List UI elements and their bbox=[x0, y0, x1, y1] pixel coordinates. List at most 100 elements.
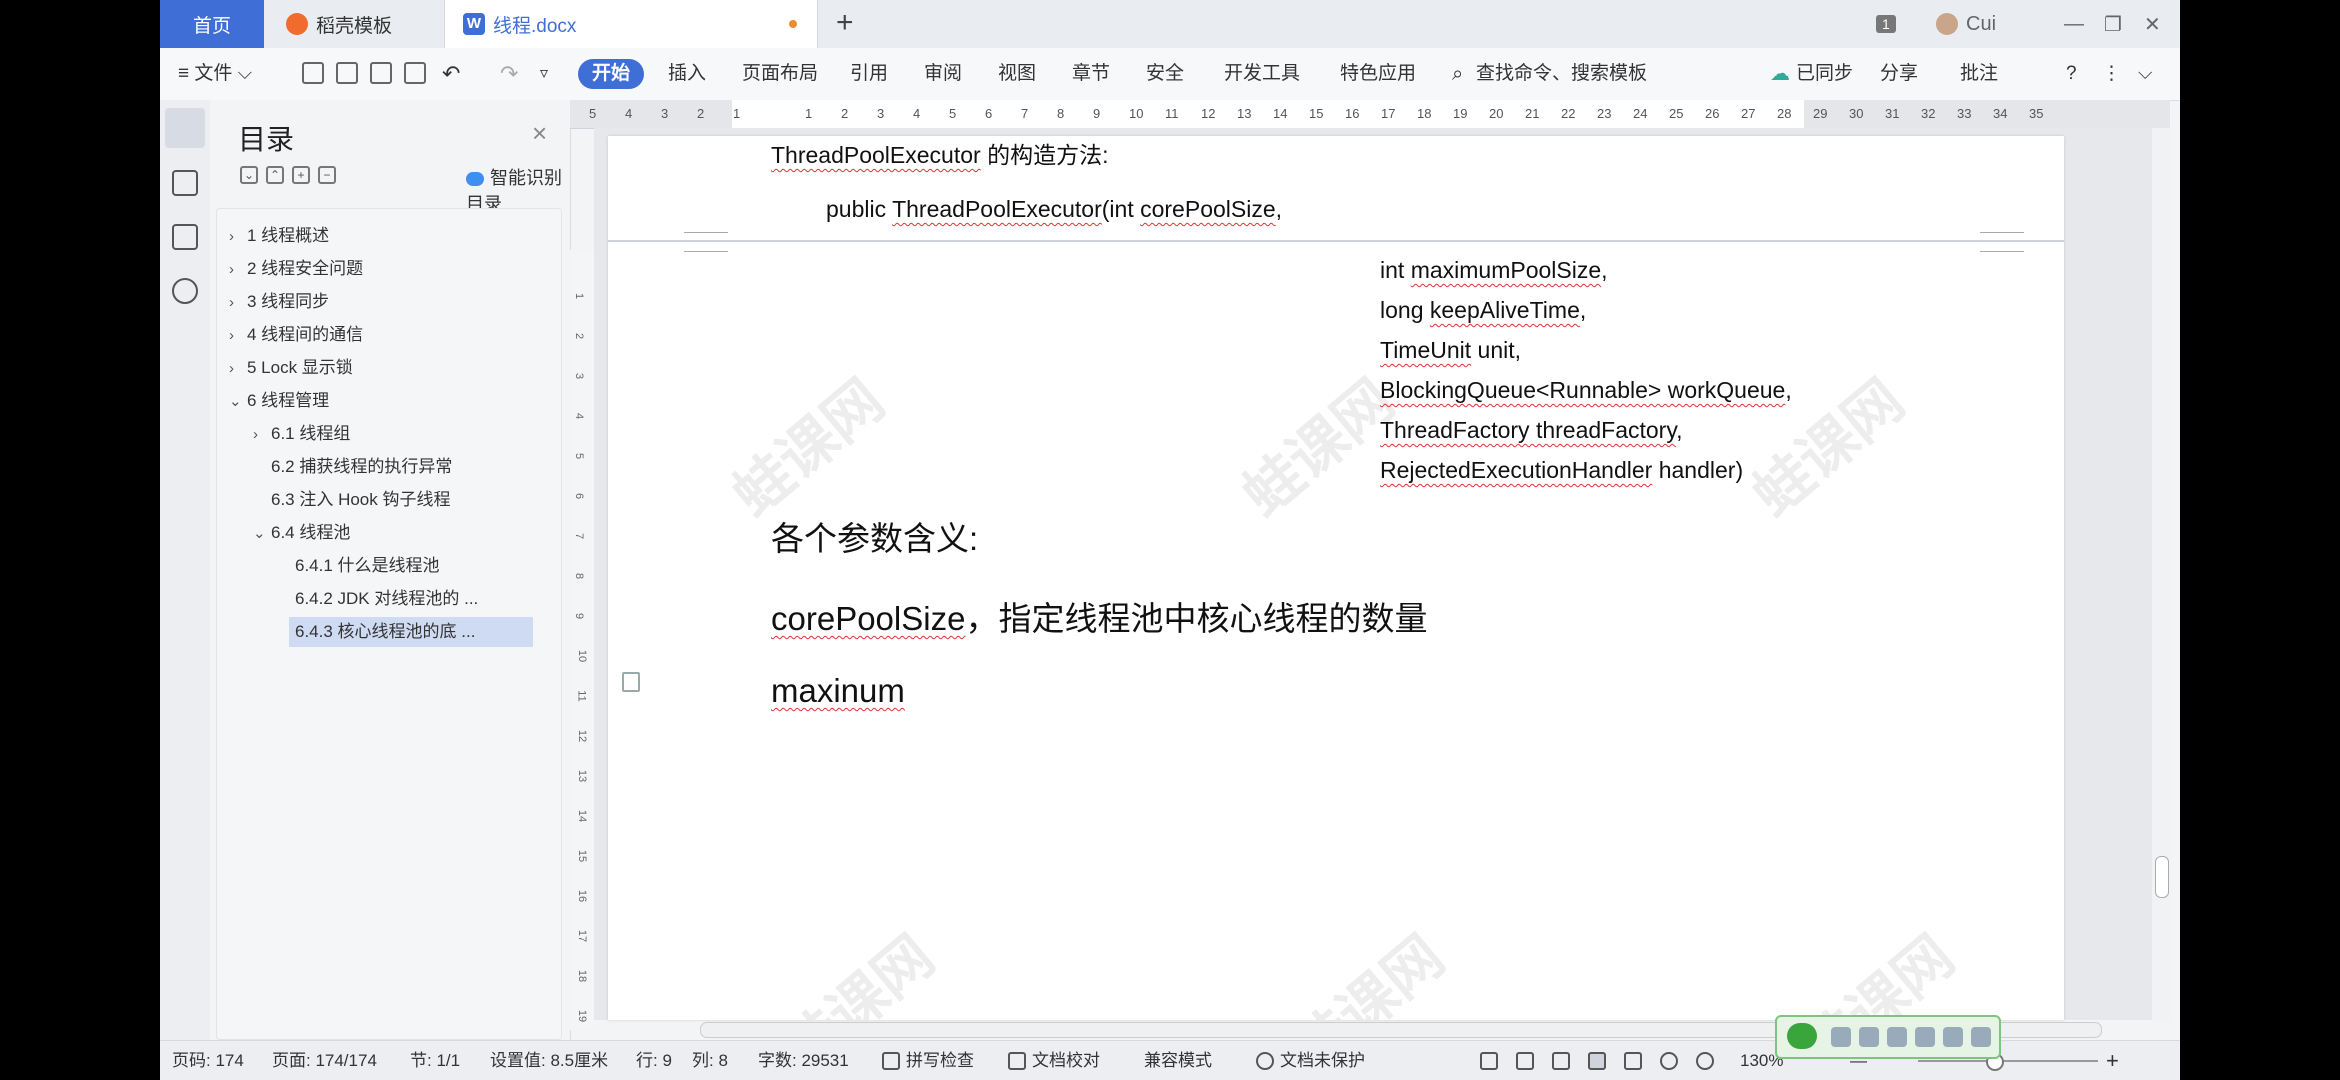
tab-document[interactable]: W 线程.docx bbox=[444, 0, 818, 48]
vertical-ruler[interactable]: 1 2 3 4 5 6 7 8 9 10 11 12 13 14 15 16 17 18 19 bbox=[570, 250, 594, 1030]
tab-references[interactable]: 引用 bbox=[850, 48, 888, 100]
status-pages[interactable]: 页面: 174/174 bbox=[272, 1041, 377, 1080]
toc-item[interactable]: 6.4.2 JDK 对线程池的 ... bbox=[295, 584, 478, 614]
toc-item[interactable]: › 1 线程概述 bbox=[229, 221, 329, 251]
scrollbar-thumb[interactable] bbox=[2155, 856, 2169, 898]
tab-template-label: 稻壳模板 bbox=[316, 15, 393, 37]
tab-home[interactable]: 首页 bbox=[160, 0, 264, 48]
toc-item[interactable]: › 6.1 线程组 bbox=[253, 419, 350, 449]
ime-user-icon[interactable] bbox=[1943, 1027, 1963, 1047]
tab-features[interactable]: 特色应用 bbox=[1340, 48, 1416, 100]
minimize-button[interactable]: — bbox=[2064, 0, 2084, 48]
ime-toolbar[interactable] bbox=[1775, 1015, 2001, 1059]
ime-tools-icon[interactable] bbox=[1971, 1027, 1991, 1047]
toc-item-label: 6.4.1 什么是线程池 bbox=[295, 556, 440, 575]
toc-item[interactable]: › 5 Lock 显示锁 bbox=[229, 353, 353, 383]
collapse-all-icon[interactable]: ⌄ bbox=[240, 166, 258, 184]
add-heading-icon[interactable]: + bbox=[292, 166, 310, 184]
window-count-badge[interactable]: 1 bbox=[1876, 0, 1896, 48]
document-canvas[interactable]: 蛙课网 蛙课网 蛙课网 蛙课网 蛙课网 蛙课网 ThreadPoolExecut… bbox=[594, 128, 2170, 1020]
close-icon[interactable]: × bbox=[532, 118, 547, 149]
ime-moon-icon[interactable] bbox=[1859, 1027, 1879, 1047]
eye-protect-icon[interactable] bbox=[1696, 1052, 1714, 1070]
compat-mode[interactable]: 兼容模式 bbox=[1144, 1041, 1212, 1080]
toc-item[interactable]: ⌄ 6 线程管理 bbox=[229, 386, 329, 416]
tab-review[interactable]: 审阅 bbox=[924, 48, 962, 100]
format-painter-icon[interactable] bbox=[336, 62, 358, 84]
print-icon[interactable] bbox=[370, 62, 392, 84]
outline-view-icon[interactable] bbox=[1624, 1052, 1642, 1070]
status-section[interactable]: 节: 1/1 bbox=[410, 1041, 460, 1080]
proofread-button[interactable]: 文档校对 bbox=[1032, 1041, 1100, 1080]
tab-insert[interactable]: 插入 bbox=[668, 48, 706, 100]
tab-chapter[interactable]: 章节 bbox=[1072, 48, 1110, 100]
status-page-number[interactable]: 页码: 174 bbox=[172, 1041, 244, 1080]
toc-item-selected[interactable]: 6.4.3 核心线程池的底 ... bbox=[289, 617, 533, 647]
ruler-tick-label: 4 bbox=[573, 412, 586, 420]
restore-button[interactable]: ❐ bbox=[2104, 0, 2122, 48]
ruler-tick-label: 15 bbox=[1309, 106, 1324, 121]
close-button[interactable]: ✕ bbox=[2144, 0, 2161, 48]
find-icon[interactable] bbox=[172, 278, 198, 304]
tab-security[interactable]: 安全 bbox=[1146, 48, 1184, 100]
document-page[interactable]: 蛙课网 蛙课网 蛙课网 蛙课网 蛙课网 蛙课网 ThreadPoolExecut… bbox=[608, 136, 2064, 1020]
save-icon[interactable] bbox=[302, 62, 324, 84]
ime-lang-icon[interactable] bbox=[1831, 1027, 1851, 1047]
vertical-scrollbar[interactable] bbox=[2152, 128, 2170, 1020]
fullscreen-icon[interactable] bbox=[1480, 1052, 1498, 1070]
web-view-icon[interactable] bbox=[1660, 1052, 1678, 1070]
status-row[interactable]: 行: 9 bbox=[636, 1041, 672, 1080]
share-button[interactable]: 分享 bbox=[1880, 48, 1918, 100]
doc-text: , bbox=[1785, 377, 1792, 403]
user-account[interactable]: Cui bbox=[1936, 0, 1996, 48]
watermark: 蛙课网 bbox=[1281, 923, 1457, 1020]
comment-button[interactable]: 批注 bbox=[1960, 48, 1998, 100]
zoom-slider-track[interactable] bbox=[1918, 1060, 2098, 1062]
tab-page-layout[interactable]: 页面布局 bbox=[742, 48, 818, 100]
doc-text: handler) bbox=[1652, 457, 1744, 483]
sync-status[interactable]: 已同步 bbox=[1796, 48, 1853, 100]
spellcheck-button[interactable]: 拼写检查 bbox=[906, 1041, 974, 1080]
tab-view[interactable]: 视图 bbox=[998, 48, 1036, 100]
expand-up-icon[interactable]: ⌃ bbox=[266, 166, 284, 184]
quick-access-more-icon[interactable]: ▿ bbox=[540, 48, 548, 100]
status-word-count[interactable]: 字数: 29531 bbox=[758, 1041, 849, 1080]
page-view-icon[interactable] bbox=[1588, 1052, 1606, 1070]
toc-item[interactable]: › 3 线程同步 bbox=[229, 287, 329, 317]
toc-item[interactable]: 6.3 注入 Hook 钩子线程 bbox=[271, 485, 451, 515]
ruler-tick-label: 3 bbox=[877, 106, 885, 121]
toc-nav-icon[interactable] bbox=[165, 108, 205, 148]
ruler-tick-label: 10 bbox=[576, 649, 589, 663]
read-mode-icon[interactable] bbox=[1516, 1052, 1534, 1070]
print-preview-icon[interactable] bbox=[404, 62, 426, 84]
paragraph-handle-icon[interactable] bbox=[622, 672, 640, 692]
bookmark-icon[interactable] bbox=[172, 224, 198, 250]
redo-icon[interactable]: ↷ bbox=[500, 48, 518, 100]
undo-icon[interactable]: ↶ bbox=[442, 48, 460, 100]
ime-punct-icon[interactable] bbox=[1887, 1027, 1907, 1047]
toc-item[interactable]: 6.2 捕获线程的执行异常 bbox=[271, 452, 452, 482]
toc-item[interactable]: ⌄ 6.4 线程池 bbox=[253, 518, 350, 548]
status-setting[interactable]: 设置值: 8.5厘米 bbox=[490, 1041, 608, 1080]
write-mode-icon[interactable] bbox=[1552, 1052, 1570, 1070]
command-search[interactable]: 查找命令、搜索模板 bbox=[1476, 48, 1647, 100]
ruler-tick-label: 2 bbox=[841, 106, 849, 121]
toc-item[interactable]: › 2 线程安全问题 bbox=[229, 254, 363, 284]
protect-status[interactable]: 文档未保护 bbox=[1280, 1041, 1365, 1080]
toc-item[interactable]: › 4 线程间的通信 bbox=[229, 320, 363, 350]
status-column[interactable]: 列: 8 bbox=[692, 1041, 728, 1080]
more-icon[interactable]: ⋮ bbox=[2102, 48, 2121, 100]
tab-start[interactable]: 开始 bbox=[578, 59, 645, 89]
new-tab-button[interactable]: + bbox=[836, 6, 854, 40]
file-menu[interactable]: ≡ 文件 ⌵ bbox=[178, 48, 252, 100]
ime-keyboard-icon[interactable] bbox=[1915, 1027, 1935, 1047]
tab-developer[interactable]: 开发工具 bbox=[1224, 48, 1300, 100]
watermark: 蛙课网 bbox=[771, 923, 947, 1020]
toc-item[interactable]: 6.4.1 什么是线程池 bbox=[295, 551, 440, 581]
remove-heading-icon[interactable]: − bbox=[318, 166, 336, 184]
collapse-ribbon-icon[interactable]: ⌵ bbox=[2138, 48, 2152, 100]
help-button[interactable]: ? bbox=[2066, 48, 2077, 100]
zoom-in-button[interactable]: + bbox=[2106, 1041, 2119, 1080]
horizontal-ruler[interactable]: 5 4 3 2 1 1 2 3 4 5 6 7 8 9 10 11 12 13 14 15 16 17 18 19 20 21 22… bbox=[570, 100, 2170, 129]
chapter-nav-icon[interactable] bbox=[172, 170, 198, 196]
